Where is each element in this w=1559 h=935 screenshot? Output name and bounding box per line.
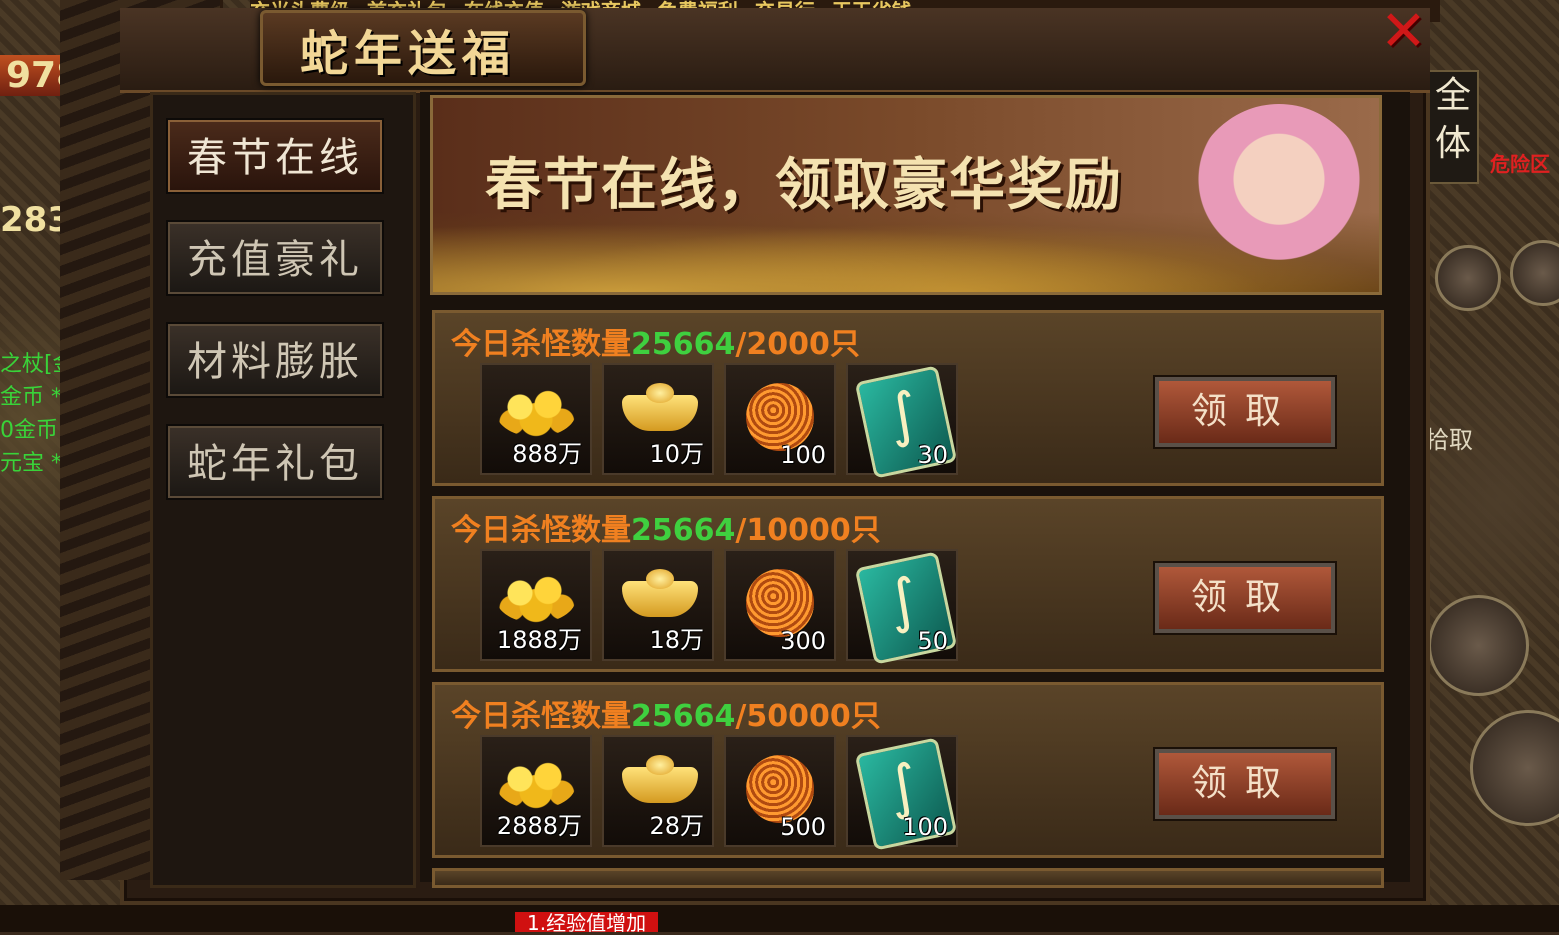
sidebar-item-spring-online[interactable]: 春节在线 — [168, 120, 382, 192]
reward-qty: 2888万 — [496, 812, 582, 840]
task-label: 今日杀怪数量 — [451, 699, 631, 734]
reward-qty: 10万 — [649, 440, 704, 468]
reward-slot[interactable]: 888万 — [480, 363, 592, 475]
reward-slot[interactable]: 28万 — [602, 735, 714, 847]
gold-ingot-icon — [622, 755, 698, 803]
reward-qty: 100 — [902, 813, 948, 841]
reward-slot[interactable]: 50 — [846, 549, 958, 665]
claim-button[interactable]: 领取 — [1155, 749, 1335, 819]
task-label: 今日杀怪数量 — [451, 327, 631, 362]
danger-zone-label: 危险区 — [1490, 152, 1550, 176]
sidebar-item-snake-year-pack[interactable]: 蛇年礼包 — [168, 426, 382, 498]
reward-slot[interactable]: 10万 — [602, 363, 714, 475]
claim-button[interactable]: 领取 — [1155, 377, 1335, 447]
reward-qty: 100 — [780, 441, 826, 469]
task-current: 25664 — [631, 699, 736, 734]
sidebar-item-recharge-gift[interactable]: 充值豪礼 — [168, 222, 382, 294]
task-row-partial — [432, 868, 1384, 888]
reward-slot[interactable]: 100 — [724, 363, 836, 475]
task-row: 今日杀怪数量25664/10000只 1888万 18万 300 50 领取 — [432, 496, 1384, 672]
task-target: /10000只 — [735, 513, 881, 548]
skill-attack-icon[interactable] — [1428, 595, 1529, 696]
patrol-icon[interactable] — [1435, 245, 1501, 311]
exp-notice: 1.经验值增加 — [515, 912, 659, 934]
task-progress: 今日杀怪数量25664/10000只 — [451, 505, 881, 549]
reward-qty: 300 — [780, 627, 826, 655]
reward-qty: 30 — [917, 441, 948, 469]
channel-all-button[interactable]: 全体 — [1427, 70, 1479, 184]
bottom-bar — [0, 905, 1559, 932]
task-current: 25664 — [631, 327, 736, 362]
reward-qty: 50 — [917, 627, 948, 655]
claim-button[interactable]: 领取 — [1155, 563, 1335, 633]
reward-qty: 1888万 — [496, 626, 582, 654]
reward-slot[interactable]: 2888万 — [480, 735, 592, 847]
gold-ingot-icon — [622, 383, 698, 431]
task-progress: 今日杀怪数量25664/50000只 — [451, 691, 881, 735]
close-icon[interactable]: ✕ — [1380, 4, 1427, 60]
reward-slot[interactable]: 18万 — [602, 549, 714, 661]
task-current: 25664 — [631, 513, 736, 548]
reward-qty: 28万 — [649, 812, 704, 840]
gold-ingot-icon — [622, 569, 698, 617]
reward-slot[interactable]: 500 — [724, 735, 836, 847]
reward-qty: 500 — [780, 813, 826, 841]
task-progress: 今日杀怪数量25664/2000只 — [451, 319, 860, 363]
task-target: /2000只 — [735, 327, 860, 362]
panel-title: 蛇年送福 — [300, 26, 517, 82]
reward-slot[interactable]: 100 — [846, 735, 958, 851]
task-target: /50000只 — [735, 699, 881, 734]
event-banner: 春节在线，领取豪华奖励 — [430, 95, 1382, 295]
task-row: 今日杀怪数量25664/2000只 888万 10万 100 30 领取 — [432, 310, 1384, 486]
task-label: 今日杀怪数量 — [451, 513, 631, 548]
reward-slot[interactable]: 300 — [724, 549, 836, 661]
reward-qty: 18万 — [649, 626, 704, 654]
gold-coins-icon — [496, 573, 576, 623]
gold-coins-icon — [496, 387, 576, 437]
task-row: 今日杀怪数量25664/50000只 2888万 28万 500 100 领取 — [432, 682, 1384, 858]
pickup-button[interactable]: 拾取 — [1425, 420, 1473, 455]
reward-qty: 888万 — [512, 440, 582, 468]
character-portrait — [1189, 104, 1369, 292]
sidebar-item-material-boost[interactable]: 材料膨胀 — [168, 324, 382, 396]
gold-coins-icon — [496, 759, 576, 809]
banner-text: 春节在线，领取豪华奖励 — [485, 152, 1123, 218]
reward-slot[interactable]: 30 — [846, 363, 958, 479]
reward-slot[interactable]: 1888万 — [480, 549, 592, 661]
